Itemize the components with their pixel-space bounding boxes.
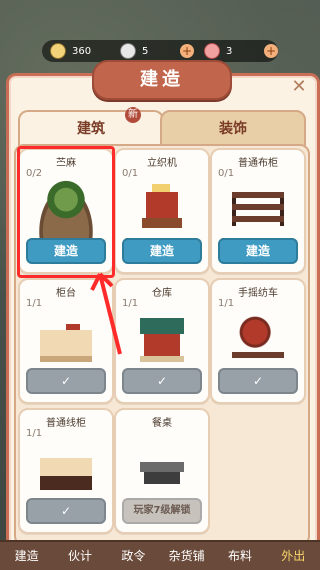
nav-fabric[interactable]: 布料 bbox=[213, 542, 266, 570]
tab-buildings[interactable]: 建筑 bbox=[18, 110, 164, 146]
nav-policy[interactable]: 政令 bbox=[107, 542, 160, 570]
spinning-wheel-illustration bbox=[222, 304, 294, 368]
resource-bar: 360 + 5 + 3 bbox=[42, 40, 278, 62]
close-icon[interactable]: ✕ bbox=[290, 78, 308, 96]
build-button[interactable]: 建造 bbox=[218, 238, 298, 264]
cloth-cabinet-illustration bbox=[222, 174, 294, 238]
completed-button[interactable]: ✓ bbox=[122, 368, 202, 394]
completed-button[interactable]: ✓ bbox=[218, 368, 298, 394]
coin-icon bbox=[50, 43, 66, 59]
flower-amount: 3 bbox=[226, 45, 233, 57]
nav-outing[interactable]: 外出 bbox=[267, 542, 320, 570]
build-card-dining-table[interactable]: 餐桌 玩家7级解锁 bbox=[114, 408, 210, 534]
bottom-navigation: 建造 伙计 政令 杂货铺 布料 外出 bbox=[0, 540, 320, 570]
tutorial-arrow-icon bbox=[90, 272, 122, 355]
card-name: 手摇纺车 bbox=[238, 288, 278, 299]
completed-button[interactable]: ✓ bbox=[26, 368, 106, 394]
build-card-warehouse[interactable]: 仓库 1/1 ✓ bbox=[114, 278, 210, 404]
nav-grocery[interactable]: 杂货铺 bbox=[160, 542, 213, 570]
build-card-loom[interactable]: 立织机 0/1 1 180 建造 bbox=[114, 148, 210, 274]
new-badge: 新 bbox=[125, 107, 141, 123]
unlock-hint: 玩家7级解锁 bbox=[122, 498, 202, 524]
panel-title: 建造 bbox=[140, 69, 184, 90]
dining-table-illustration bbox=[126, 434, 198, 498]
completed-button[interactable]: ✓ bbox=[26, 498, 106, 524]
tab-buildings-label: 建筑 bbox=[77, 121, 105, 137]
warehouse-illustration bbox=[126, 304, 198, 368]
card-name: 仓库 bbox=[152, 288, 172, 299]
card-name: 餐桌 bbox=[152, 418, 172, 429]
coin-amount: 360 bbox=[72, 45, 92, 57]
thread-cabinet-illustration bbox=[30, 434, 102, 498]
wool-icon bbox=[120, 43, 136, 59]
tab-decorations-label: 装饰 bbox=[219, 121, 247, 137]
wool-amount: 5 bbox=[142, 45, 149, 57]
build-card-spinning-wheel[interactable]: 手摇纺车 1/1 ✓ bbox=[210, 278, 306, 404]
build-button[interactable]: 建造 bbox=[122, 238, 202, 264]
build-card-thread-cabinet[interactable]: 普通线柜 1/1 ✓ bbox=[18, 408, 114, 534]
nav-staff[interactable]: 伙计 bbox=[53, 542, 106, 570]
add-coin-button[interactable]: + bbox=[180, 44, 194, 58]
tab-decorations[interactable]: 装饰 bbox=[160, 110, 306, 148]
build-card-cloth-cabinet[interactable]: 普通布柜 0/1 2 240 建造 bbox=[210, 148, 306, 274]
panel-title-banner: 建造 bbox=[92, 60, 232, 100]
loom-illustration bbox=[126, 174, 198, 238]
add-wool-button[interactable]: + bbox=[264, 44, 278, 58]
card-name: 普通布柜 bbox=[238, 158, 278, 169]
coin-resource: 360 bbox=[50, 40, 91, 62]
wool-resource: 5 bbox=[120, 40, 148, 62]
card-name: 立织机 bbox=[147, 158, 177, 169]
card-name: 普通线柜 bbox=[46, 418, 86, 429]
nav-build[interactable]: 建造 bbox=[0, 542, 53, 570]
flower-resource: 3 bbox=[204, 40, 232, 62]
flower-icon bbox=[204, 43, 220, 59]
